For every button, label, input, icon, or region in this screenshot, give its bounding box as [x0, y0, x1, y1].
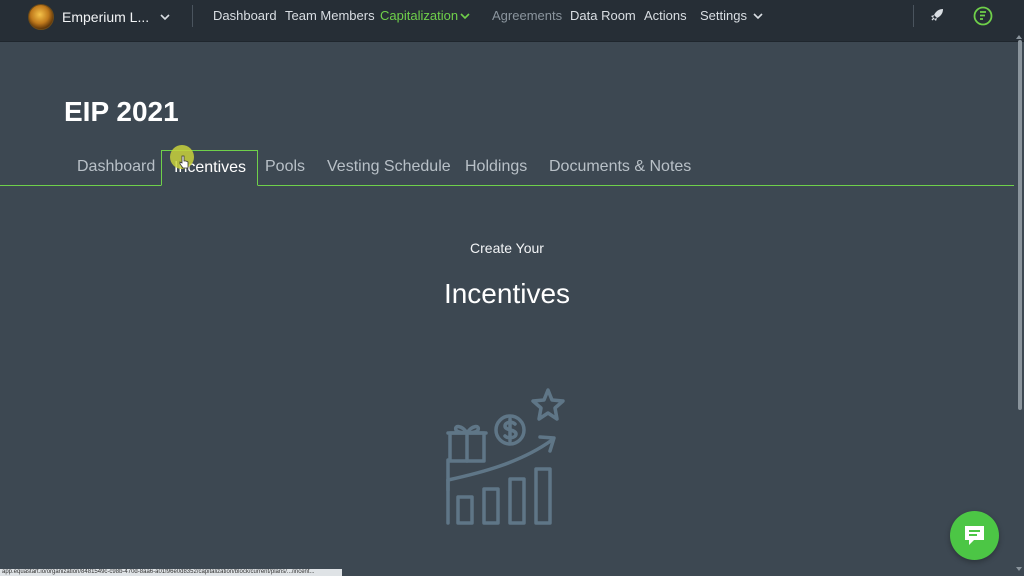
chevron-down-icon[interactable]	[752, 10, 764, 22]
chat-button[interactable]	[950, 511, 999, 560]
tab-holdings[interactable]: Holdings	[465, 158, 527, 176]
hand-cursor-icon	[179, 155, 189, 169]
tab-pools[interactable]: Pools	[265, 158, 305, 176]
incentives-growth-illustration-icon	[446, 388, 565, 525]
brand-logo-icon[interactable]	[973, 6, 993, 26]
nav-settings[interactable]: Settings	[700, 8, 747, 23]
chevron-down-icon[interactable]	[459, 10, 471, 22]
nav-divider	[192, 5, 193, 27]
tab-bar: Dashboard Incentives Pools Vesting Sched…	[0, 150, 1014, 186]
chevron-down-icon[interactable]	[159, 11, 171, 23]
empty-state-subtitle: Create Your	[470, 240, 544, 256]
page-title: EIP 2021	[64, 96, 179, 127]
page-scrollbar[interactable]	[1018, 40, 1022, 410]
chat-icon	[965, 526, 984, 545]
scroll-down-icon[interactable]	[1016, 566, 1022, 572]
status-bar-url: app.equastart.io/organization/8481549c-c…	[0, 569, 342, 576]
nav-agreements[interactable]: Agreements	[492, 8, 562, 23]
top-navigation-bar: Emperium L... Dashboard Team Members Cap…	[0, 0, 1024, 42]
organization-name: Emperium L...	[62, 9, 150, 25]
organization-switcher[interactable]: Emperium L...	[28, 2, 171, 32]
scroll-up-icon[interactable]	[1016, 34, 1022, 40]
nav-data-room[interactable]: Data Room	[570, 8, 636, 23]
nav-dashboard[interactable]: Dashboard	[213, 8, 277, 23]
nav-actions[interactable]: Actions	[644, 8, 687, 23]
tab-vesting-schedule[interactable]: Vesting Schedule	[327, 158, 451, 176]
tab-dashboard[interactable]: Dashboard	[77, 158, 155, 176]
empty-state-heading: Incentives	[443, 278, 571, 309]
organization-logo	[28, 4, 54, 30]
rocket-icon[interactable]	[929, 7, 945, 23]
nav-divider	[913, 5, 914, 27]
nav-capitalization[interactable]: Capitalization	[380, 8, 458, 23]
tab-documents-notes[interactable]: Documents & Notes	[549, 158, 691, 176]
nav-team-members[interactable]: Team Members	[285, 8, 375, 23]
